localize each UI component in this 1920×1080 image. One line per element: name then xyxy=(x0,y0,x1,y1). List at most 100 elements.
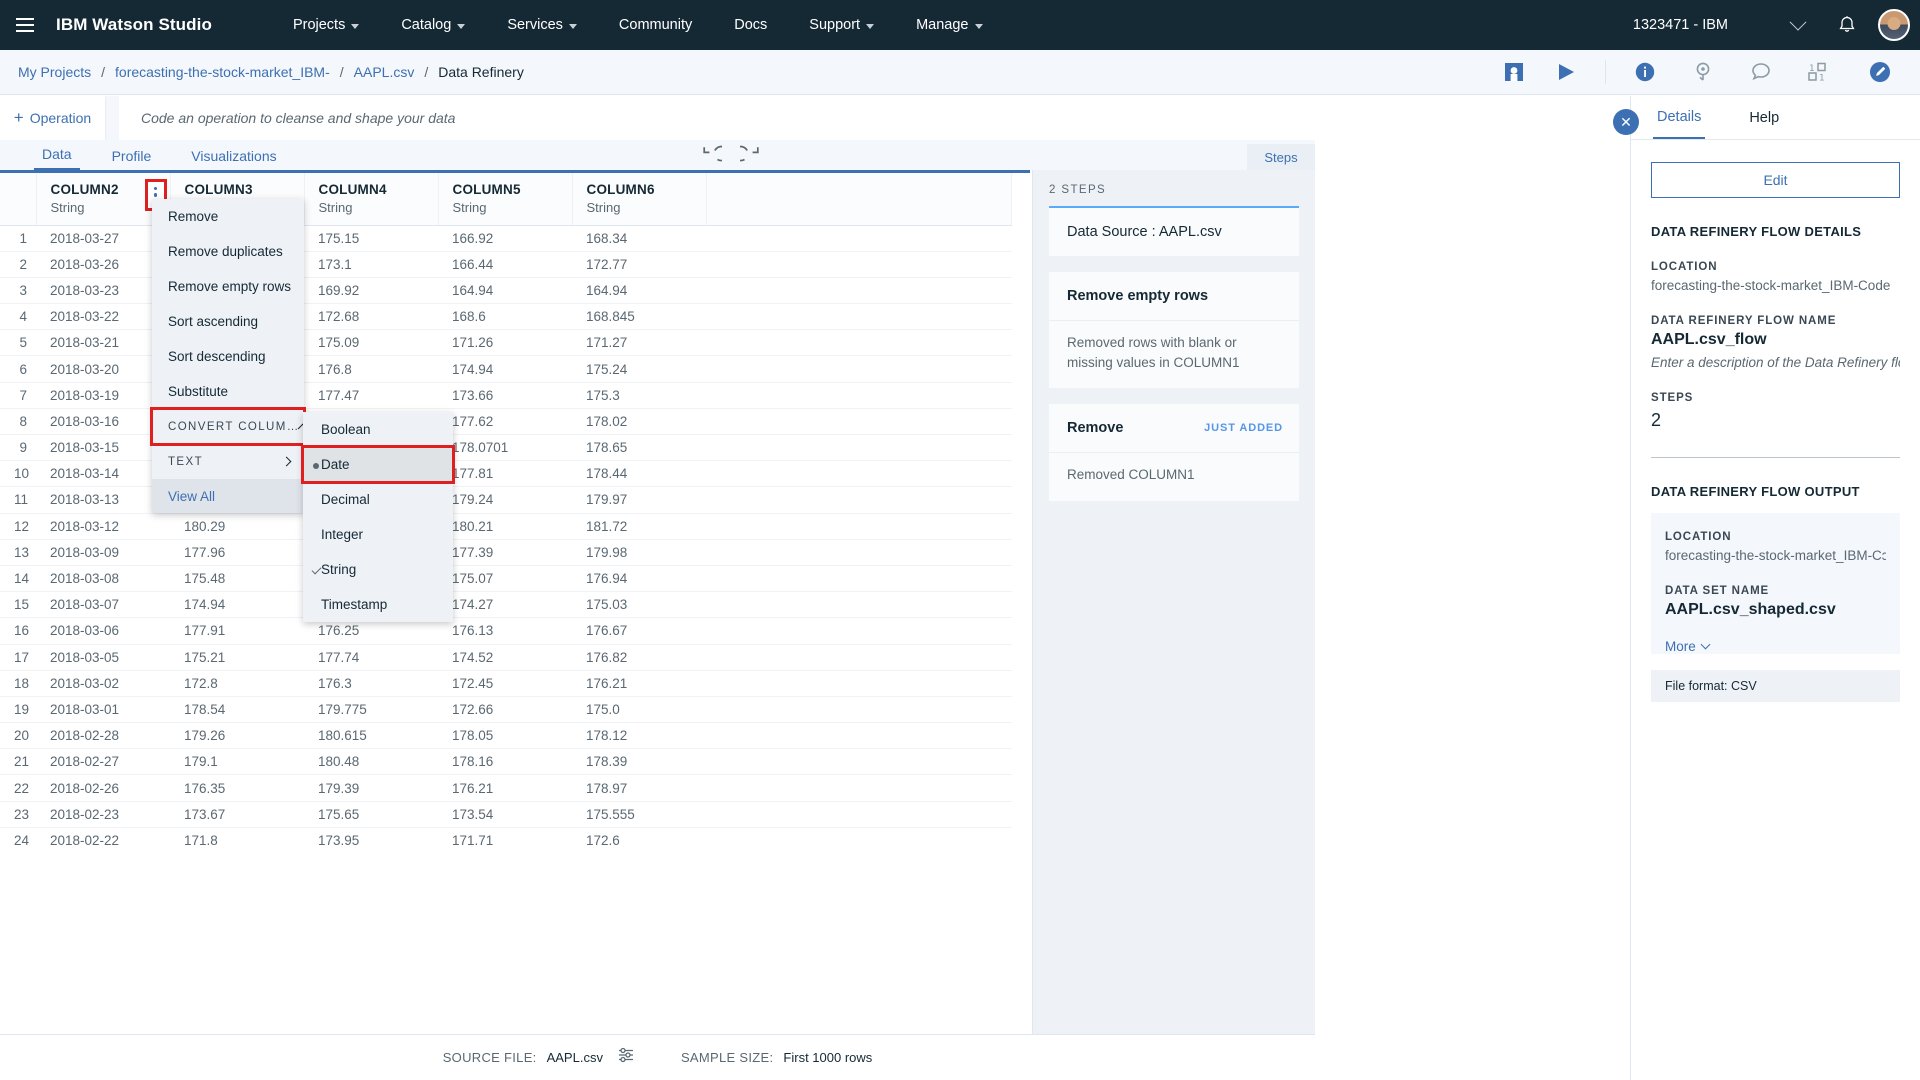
table-cell[interactable]: 2018-03-09 xyxy=(36,539,170,565)
table-cell[interactable]: 178.54 xyxy=(170,696,304,722)
table-cell[interactable]: 169.92 xyxy=(304,277,438,303)
table-cell[interactable]: 175.03 xyxy=(572,592,706,618)
table-cell[interactable]: 178.44 xyxy=(572,461,706,487)
chevron-down-icon[interactable] xyxy=(1790,14,1807,31)
column-header-column5[interactable]: COLUMN5String xyxy=(438,173,572,225)
table-cell[interactable]: 177.39 xyxy=(438,539,572,565)
table-cell[interactable]: 179.775 xyxy=(304,696,438,722)
table-cell[interactable]: 176.67 xyxy=(572,618,706,644)
table-cell[interactable]: 2018-03-16 xyxy=(36,408,170,434)
table-row[interactable]: 192018-03-01178.54179.775172.66175.0 xyxy=(0,696,1012,722)
table-cell[interactable]: 2018-03-20 xyxy=(36,356,170,382)
table-cell[interactable]: 175.65 xyxy=(304,801,438,827)
table-row[interactable]: 202018-02-28179.26180.615178.05178.12 xyxy=(0,723,1012,749)
table-cell[interactable]: 178.05 xyxy=(438,723,572,749)
nav-item-manage[interactable]: Manage xyxy=(895,0,1003,50)
menu-item-substitute[interactable]: Substitute xyxy=(152,374,304,409)
table-cell[interactable]: 175.15 xyxy=(304,225,438,251)
tab-details[interactable]: Details xyxy=(1653,96,1705,139)
table-row[interactable]: 172018-03-05175.21177.74174.52176.82 xyxy=(0,644,1012,670)
table-cell[interactable]: 2018-02-26 xyxy=(36,775,170,801)
table-row[interactable]: 142018-03-08175.48175.07176.94 xyxy=(0,565,1012,591)
table-cell[interactable]: 2018-03-19 xyxy=(36,382,170,408)
table-cell[interactable]: 175.21 xyxy=(170,644,304,670)
table-cell[interactable]: 180.29 xyxy=(170,513,304,539)
table-cell[interactable]: 176.82 xyxy=(572,644,706,670)
table-cell[interactable]: 171.26 xyxy=(438,330,572,356)
table-cell[interactable]: 2018-03-05 xyxy=(36,644,170,670)
save-icon[interactable] xyxy=(1503,61,1525,83)
table-cell[interactable]: 2018-03-22 xyxy=(36,304,170,330)
table-cell[interactable]: 179.1 xyxy=(170,749,304,775)
table-cell[interactable]: 176.13 xyxy=(438,618,572,644)
table-cell[interactable]: 173.95 xyxy=(304,827,438,850)
menu-item-remove-duplicates[interactable]: Remove duplicates xyxy=(152,234,304,269)
info-icon[interactable] xyxy=(1634,61,1656,83)
nav-item-docs[interactable]: Docs xyxy=(713,0,788,50)
table-cell[interactable]: 178.65 xyxy=(572,435,706,461)
menu-item-sort-ascending[interactable]: Sort ascending xyxy=(152,304,304,339)
table-cell[interactable]: 175.555 xyxy=(572,801,706,827)
table-cell[interactable]: 177.91 xyxy=(170,618,304,644)
table-cell[interactable]: 2018-03-23 xyxy=(36,277,170,303)
table-cell[interactable]: 171.8 xyxy=(170,827,304,850)
table-cell[interactable]: 176.94 xyxy=(572,565,706,591)
table-cell[interactable]: 175.3 xyxy=(572,382,706,408)
table-cell[interactable]: 173.1 xyxy=(304,251,438,277)
operation-code-input[interactable]: Code an operation to cleanse and shape y… xyxy=(119,96,1315,140)
table-cell[interactable]: 2018-03-12 xyxy=(36,513,170,539)
run-play-icon[interactable] xyxy=(1555,61,1577,83)
table-cell[interactable]: 177.96 xyxy=(170,539,304,565)
table-cell[interactable]: 180.615 xyxy=(304,723,438,749)
menu-item-sort-descending[interactable]: Sort descending xyxy=(152,339,304,374)
nav-item-community[interactable]: Community xyxy=(598,0,713,50)
tab-help[interactable]: Help xyxy=(1745,96,1783,139)
table-cell[interactable]: 178.39 xyxy=(572,749,706,775)
table-cell[interactable]: 175.0 xyxy=(572,696,706,722)
nav-item-projects[interactable]: Projects xyxy=(272,0,380,50)
table-row[interactable]: 162018-03-06177.91176.25176.13176.67 xyxy=(0,618,1012,644)
table-cell[interactable]: 179.98 xyxy=(572,539,706,565)
table-cell[interactable]: 179.26 xyxy=(170,723,304,749)
table-cell[interactable]: 178.12 xyxy=(572,723,706,749)
table-row[interactable]: 212018-02-27179.1180.48178.16178.39 xyxy=(0,749,1012,775)
table-cell[interactable]: 2018-02-27 xyxy=(36,749,170,775)
table-cell[interactable]: 168.34 xyxy=(572,225,706,251)
table-cell[interactable]: 2018-03-21 xyxy=(36,330,170,356)
table-cell[interactable]: 173.66 xyxy=(438,382,572,408)
type-option-string[interactable]: String xyxy=(303,552,453,587)
table-cell[interactable]: 2018-03-01 xyxy=(36,696,170,722)
redo-icon[interactable] xyxy=(740,144,762,166)
table-cell[interactable]: 2018-03-13 xyxy=(36,487,170,513)
table-cell[interactable]: 174.94 xyxy=(438,356,572,382)
history-undo-icon[interactable] xyxy=(1692,61,1714,83)
column-header-column4[interactable]: COLUMN4String xyxy=(304,173,438,225)
table-cell[interactable]: 177.74 xyxy=(304,644,438,670)
close-icon[interactable]: ✕ xyxy=(1613,109,1639,135)
steps-tab[interactable]: Steps xyxy=(1247,144,1315,170)
table-cell[interactable]: 2018-02-22 xyxy=(36,827,170,850)
edit-button[interactable]: Edit xyxy=(1651,162,1900,198)
table-cell[interactable]: 2018-03-26 xyxy=(36,251,170,277)
table-cell[interactable]: 2018-03-07 xyxy=(36,592,170,618)
table-cell[interactable]: 172.77 xyxy=(572,251,706,277)
table-cell[interactable]: 2018-03-14 xyxy=(36,461,170,487)
table-cell[interactable]: 168.845 xyxy=(572,304,706,330)
column-header-column6[interactable]: COLUMN6String xyxy=(572,173,706,225)
type-option-boolean[interactable]: Boolean xyxy=(303,412,453,447)
table-cell[interactable]: 171.27 xyxy=(572,330,706,356)
add-operation-button[interactable]: + Operation xyxy=(0,96,105,140)
table-cell[interactable]: 174.52 xyxy=(438,644,572,670)
table-row[interactable]: 122018-03-12180.29180.21181.72 xyxy=(0,513,1012,539)
table-cell[interactable]: 177.81 xyxy=(438,461,572,487)
table-cell[interactable]: 2018-03-08 xyxy=(36,565,170,591)
table-cell[interactable]: 2018-02-28 xyxy=(36,723,170,749)
table-cell[interactable]: 177.47 xyxy=(304,382,438,408)
table-cell[interactable]: 175.09 xyxy=(304,330,438,356)
table-cell[interactable]: 2018-03-02 xyxy=(36,670,170,696)
account-selector-label[interactable]: 1323471 - IBM xyxy=(1633,17,1728,33)
menu-item-remove[interactable]: Remove xyxy=(152,199,304,234)
tab-data[interactable]: Data xyxy=(34,146,80,170)
breadcrumb-item-2[interactable]: AAPL.csv xyxy=(354,64,415,80)
type-option-date[interactable]: Date xyxy=(303,447,453,482)
